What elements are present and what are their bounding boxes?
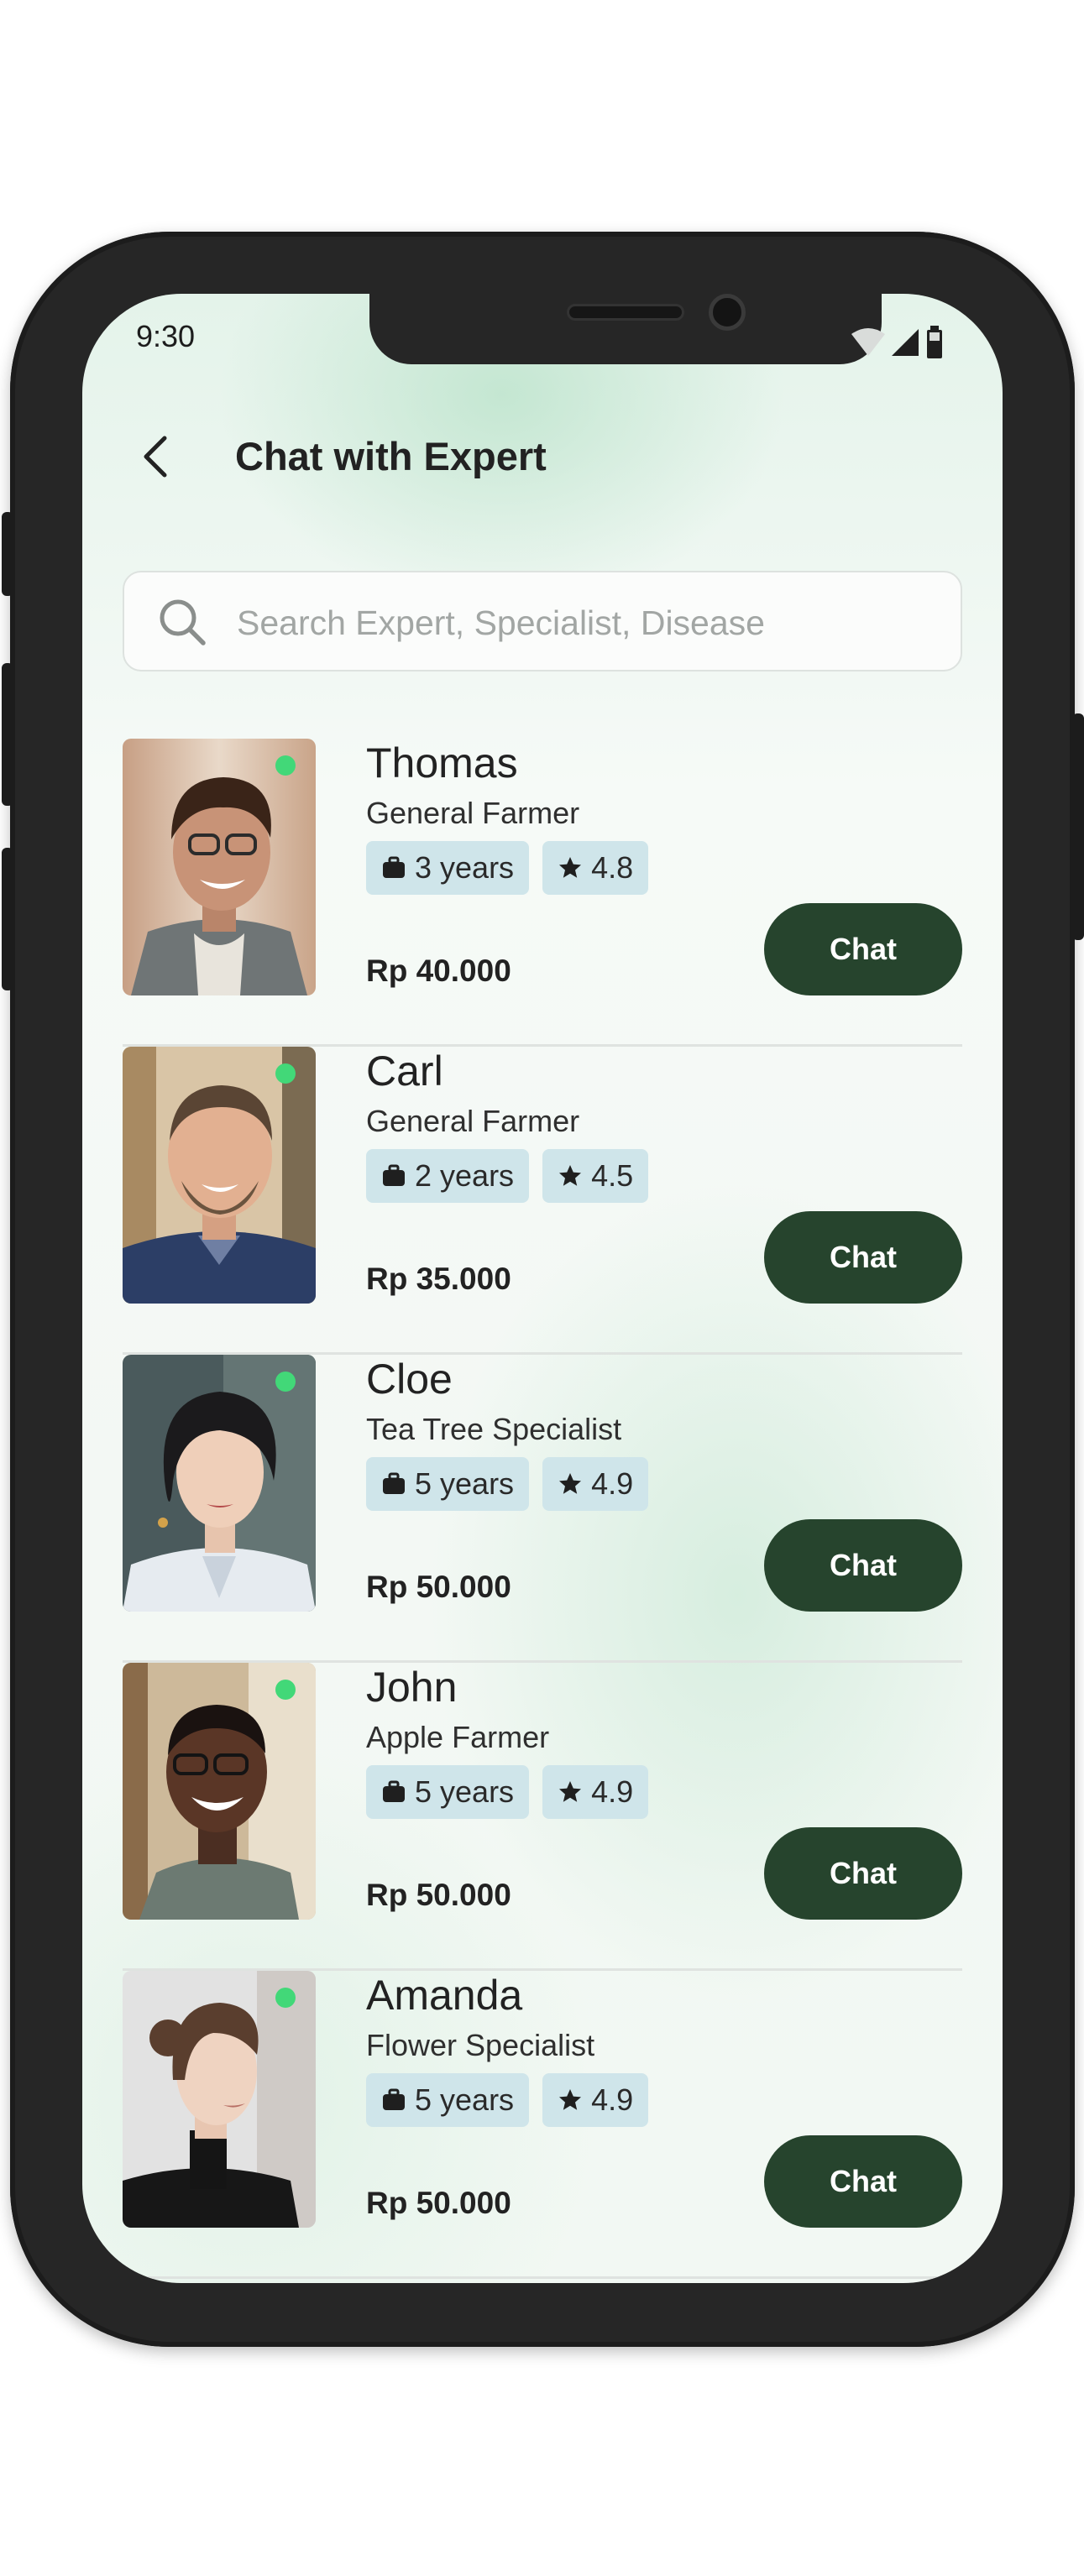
volume-down-button bbox=[2, 848, 13, 990]
experience-text: 2 years bbox=[415, 1158, 515, 1193]
online-status-dot bbox=[275, 755, 296, 776]
experience-badge: 3 years bbox=[366, 841, 530, 895]
expert-price: Rp 40.000 bbox=[366, 954, 511, 988]
chat-button[interactable]: Chat bbox=[764, 1519, 962, 1612]
expert-role: General Farmer bbox=[366, 796, 580, 830]
expert-role: Apple Farmer bbox=[366, 1720, 550, 1754]
experience-badge: 5 years bbox=[366, 1457, 530, 1511]
expert-card[interactable]: Carl General Farmer 2 years 4.5 Rp 35.00… bbox=[123, 1047, 962, 1355]
experience-text: 5 years bbox=[415, 1774, 515, 1809]
avatar bbox=[123, 1047, 316, 1304]
front-camera bbox=[709, 294, 746, 331]
mute-switch bbox=[2, 512, 13, 596]
wifi-icon bbox=[851, 328, 885, 356]
briefcase-icon bbox=[383, 1780, 405, 1802]
expert-price: Rp 35.000 bbox=[366, 1262, 511, 1296]
notch bbox=[369, 294, 882, 364]
expert-name: John bbox=[366, 1664, 458, 1711]
status-time: 9:30 bbox=[136, 319, 196, 353]
expert-stats: 3 years 4.8 bbox=[366, 841, 649, 895]
experience-text: 5 years bbox=[415, 2082, 515, 2117]
expert-role: Tea Tree Specialist bbox=[366, 1412, 622, 1446]
expert-card[interactable]: Cloe Tea Tree Specialist 5 years 4.9 Rp … bbox=[123, 1355, 962, 1663]
expert-price: Rp 50.000 bbox=[366, 1878, 511, 1912]
rating-text: 4.9 bbox=[591, 1466, 634, 1501]
avatar bbox=[123, 1355, 316, 1612]
rating-badge: 4.9 bbox=[542, 1457, 649, 1511]
rating-text: 4.8 bbox=[591, 850, 634, 885]
expert-card[interactable]: John Apple Farmer 5 years 4.9 Rp 50.000 … bbox=[123, 1663, 962, 1971]
search-input[interactable] bbox=[235, 589, 940, 656]
briefcase-icon bbox=[383, 2088, 405, 2110]
rating-badge: 4.5 bbox=[542, 1149, 649, 1203]
experience-text: 5 years bbox=[415, 1466, 515, 1501]
expert-name: Amanda bbox=[366, 1972, 523, 2019]
rating-badge: 4.9 bbox=[542, 2073, 649, 2127]
experience-text: 3 years bbox=[415, 850, 515, 885]
expert-list: Thomas General Farmer 3 years 4.8 Rp 40.… bbox=[123, 739, 962, 2279]
briefcase-icon bbox=[383, 1164, 405, 1186]
battery-icon bbox=[927, 326, 942, 358]
speaker-grille bbox=[567, 304, 684, 321]
online-status-dot bbox=[275, 1372, 296, 1392]
online-status-dot bbox=[275, 1988, 296, 2008]
rating-text: 4.5 bbox=[591, 1158, 634, 1193]
header: Chat with Expert bbox=[82, 411, 1003, 504]
expert-stats: 5 years 4.9 bbox=[366, 1765, 649, 1819]
expert-price: Rp 50.000 bbox=[366, 2186, 511, 2220]
power-button bbox=[1072, 713, 1084, 940]
expert-price: Rp 50.000 bbox=[366, 1570, 511, 1604]
expert-role: Flower Specialist bbox=[366, 2028, 595, 2062]
chevron-left-icon bbox=[144, 436, 167, 478]
signal-icon bbox=[892, 329, 919, 356]
status-icons bbox=[848, 324, 949, 361]
expert-stats: 5 years 4.9 bbox=[366, 1457, 649, 1511]
page-title: Chat with Expert bbox=[235, 434, 547, 478]
star-icon bbox=[559, 1781, 582, 1802]
search-bar[interactable] bbox=[123, 571, 962, 671]
briefcase-icon bbox=[383, 856, 405, 878]
app-screen: 9:30 Chat with Expert Search Expert, Spe… bbox=[82, 294, 1003, 2283]
online-status-dot bbox=[275, 1063, 296, 1084]
back-button[interactable] bbox=[134, 431, 185, 482]
rating-badge: 4.9 bbox=[542, 1765, 649, 1819]
expert-name: Carl bbox=[366, 1048, 443, 1095]
avatar bbox=[123, 1971, 316, 2228]
volume-up-button bbox=[2, 663, 13, 806]
rating-text: 4.9 bbox=[591, 2082, 634, 2117]
experience-badge: 2 years bbox=[366, 1149, 530, 1203]
expert-stats: 5 years 4.9 bbox=[366, 2073, 649, 2127]
expert-card[interactable]: Thomas General Farmer 3 years 4.8 Rp 40.… bbox=[123, 739, 962, 1047]
expert-name: Thomas bbox=[366, 739, 518, 786]
expert-card[interactable]: Amanda Flower Specialist 5 years 4.9 Rp … bbox=[123, 1971, 962, 2279]
star-icon bbox=[559, 2089, 582, 2110]
briefcase-icon bbox=[383, 1472, 405, 1494]
rating-text: 4.9 bbox=[591, 1774, 634, 1809]
chat-button[interactable]: Chat bbox=[764, 1827, 962, 1920]
expert-stats: 2 years 4.5 bbox=[366, 1149, 649, 1203]
online-status-dot bbox=[275, 1680, 296, 1700]
expert-role: General Farmer bbox=[366, 1104, 580, 1138]
rating-badge: 4.8 bbox=[542, 841, 649, 895]
chat-button[interactable]: Chat bbox=[764, 903, 962, 995]
expert-name: Cloe bbox=[366, 1356, 453, 1403]
star-icon bbox=[559, 857, 582, 878]
experience-badge: 5 years bbox=[366, 1765, 530, 1819]
star-icon bbox=[559, 1473, 582, 1494]
chat-button[interactable]: Chat bbox=[764, 1211, 962, 1304]
avatar bbox=[123, 739, 316, 995]
star-icon bbox=[559, 1165, 582, 1186]
search-icon bbox=[160, 599, 206, 645]
avatar bbox=[123, 1663, 316, 1920]
experience-badge: 5 years bbox=[366, 2073, 530, 2127]
chat-button[interactable]: Chat bbox=[764, 2135, 962, 2228]
